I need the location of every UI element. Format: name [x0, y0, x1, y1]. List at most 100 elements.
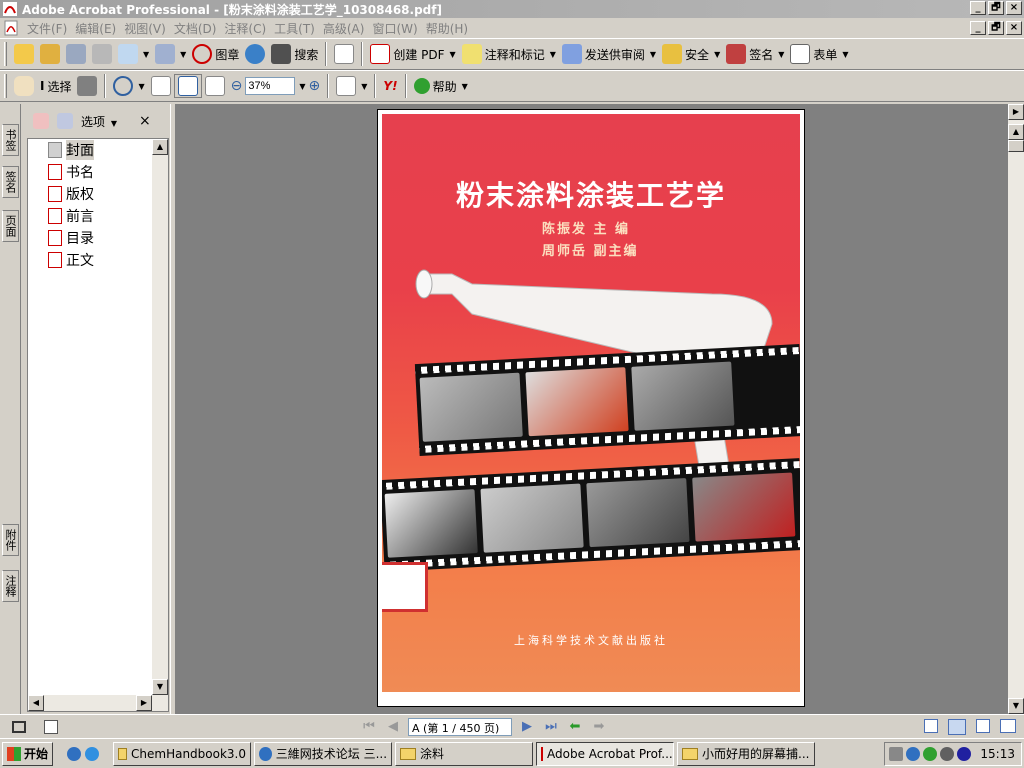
scroll-down-icon[interactable]: ▼ [1008, 698, 1024, 714]
page-thumbnail-icon[interactable] [12, 720, 26, 733]
ie-icon[interactable] [85, 746, 100, 761]
scroll-left-icon[interactable]: ◀ [28, 695, 44, 711]
doc-close-button[interactable]: × [1006, 21, 1022, 35]
toolbar-grip[interactable] [4, 42, 7, 66]
menu-view[interactable]: 视图(V) [120, 20, 170, 37]
close-button[interactable]: × [1006, 1, 1022, 15]
help-button[interactable]: 帮助 ▼ [411, 74, 471, 98]
doc-restore-button[interactable]: 🗗 [988, 21, 1004, 35]
security-button[interactable]: 安全 ▼ [659, 42, 723, 66]
tab-bookmarks[interactable]: 书签 [2, 124, 19, 156]
task-acrobat[interactable]: Adobe Acrobat Prof... [536, 741, 675, 766]
document-vscrollbar[interactable]: ▶ ▲ ▼ [1008, 104, 1024, 714]
go-back-icon[interactable]: ⬅ [566, 718, 584, 736]
scroll-up-icon[interactable]: ▲ [152, 139, 168, 155]
single-page-icon[interactable] [924, 718, 938, 733]
bookmark-vscrollbar[interactable]: ▲ ▼ [152, 139, 168, 695]
fit-width-button[interactable] [202, 74, 228, 98]
menu-file[interactable]: 文件(F) [23, 20, 71, 37]
menu-edit[interactable]: 编辑(E) [71, 20, 120, 37]
antivirus-icon[interactable] [957, 746, 972, 761]
search-button[interactable]: 搜索 [268, 42, 321, 66]
scroll-up-icon[interactable]: ▲ [1008, 124, 1024, 140]
tab-comments[interactable]: 注释 [2, 570, 19, 602]
zoom-in-button[interactable]: ⊕ [306, 74, 324, 98]
scroll-right-icon[interactable]: ▶ [136, 695, 152, 711]
open-button[interactable] [11, 42, 37, 66]
task-forum[interactable]: 三維网技术论坛 三... [254, 741, 393, 766]
save-button[interactable] [63, 42, 89, 66]
last-page-icon[interactable]: ⏭ [542, 718, 560, 736]
options-menu[interactable]: 选项 ▼ [81, 113, 117, 130]
menu-comments[interactable]: 注释(C) [220, 20, 270, 37]
task-coatings[interactable]: 涂料 [395, 741, 534, 766]
scroll-down-icon[interactable]: ▼ [152, 679, 168, 695]
tab-attachments[interactable]: 附件 [2, 524, 19, 556]
web-button[interactable] [242, 42, 268, 66]
page-size-icon[interactable] [44, 719, 58, 734]
zoom-out-button[interactable]: ⊖ [228, 74, 246, 98]
menu-document[interactable]: 文档(D) [170, 20, 221, 37]
actual-size-button[interactable] [148, 74, 174, 98]
forms-button[interactable]: 表单 ▼ [787, 42, 851, 66]
sign-button[interactable]: 签名 ▼ [723, 42, 787, 66]
toolbar-grip[interactable] [4, 74, 7, 98]
rotate-button[interactable]: ▼ [333, 74, 370, 98]
page-number-field[interactable]: A (第 1 / 450 页) [408, 717, 512, 736]
bookmark-item[interactable]: 封面 [28, 139, 168, 161]
go-forward-icon[interactable]: ➡ [590, 718, 608, 736]
messenger-icon[interactable] [923, 746, 938, 761]
comment-markup-button[interactable]: 注释和标记 ▼ [459, 42, 559, 66]
yahoo-button[interactable]: Y! [380, 74, 400, 98]
menu-tools[interactable]: 工具(T) [270, 20, 319, 37]
task-screen-capture[interactable]: 小而好用的屏幕捕... [677, 741, 816, 766]
doc-minimize-button[interactable]: _ [970, 21, 986, 35]
continuous-facing-icon[interactable] [1000, 718, 1016, 733]
zoom-tool-button[interactable]: ▼ [110, 74, 147, 98]
document-view[interactable]: 粉末涂料涂装工艺学 陈振发 主 编 周师岳 副主编 上海科学技术文献出版社 [176, 104, 1008, 714]
first-page-icon[interactable]: ⏮ [360, 718, 378, 736]
start-button[interactable]: 开始 [2, 741, 54, 766]
email-button[interactable]: ▼ [115, 42, 152, 66]
close-panel-icon[interactable]: × [139, 113, 151, 129]
continuous-icon[interactable] [948, 718, 966, 735]
bookmark-item[interactable]: 正文 [28, 249, 168, 271]
bookmark-item[interactable]: 前言 [28, 205, 168, 227]
previous-page-icon[interactable]: ◀ [384, 718, 402, 736]
scroll-thumb[interactable] [1008, 140, 1024, 152]
bookmark-item[interactable]: 版权 [28, 183, 168, 205]
attach-button[interactable]: ▼ [152, 42, 189, 66]
pdf-document-icon[interactable] [3, 20, 19, 36]
zoom-input[interactable] [245, 77, 296, 95]
stamp-button[interactable]: 图章 [189, 42, 242, 66]
next-page-icon[interactable]: ▶ [518, 718, 536, 736]
keyboard-icon[interactable] [889, 746, 904, 761]
bookmark-new-icon[interactable] [57, 113, 73, 129]
select-tool-button[interactable]: I 选择 [37, 74, 74, 98]
tab-pages[interactable]: 页面 [2, 210, 19, 242]
bookmark-item[interactable]: 目录 [28, 227, 168, 249]
fit-page-button[interactable] [173, 74, 202, 98]
task-chemhandbook[interactable]: ChemHandbook3.0 [113, 741, 252, 766]
create-pdf-button[interactable]: 创建 PDF ▼ [367, 42, 458, 66]
restore-button[interactable]: 🗗 [988, 1, 1004, 15]
quicklaunch-icon[interactable] [67, 746, 82, 761]
bookmark-item[interactable]: 书名 [28, 161, 168, 183]
volume-icon[interactable] [940, 746, 955, 761]
organizer-button[interactable] [37, 42, 63, 66]
bookmark-hscrollbar[interactable]: ◀ ▶ [28, 695, 168, 711]
menu-advanced[interactable]: 高级(A) [319, 20, 369, 37]
snapshot-button[interactable] [74, 74, 100, 98]
minimize-button[interactable]: _ [970, 1, 986, 15]
menu-help[interactable]: 帮助(H) [422, 20, 472, 37]
send-review-button[interactable]: 发送供审阅 ▼ [559, 42, 659, 66]
facing-icon[interactable] [976, 718, 990, 733]
report-button[interactable] [331, 42, 357, 66]
bookmark-expand-icon[interactable] [33, 113, 49, 129]
network-icon[interactable] [906, 746, 921, 761]
print-button[interactable] [89, 42, 115, 66]
hand-tool-button[interactable] [11, 74, 37, 98]
scroll-right-icon[interactable]: ▶ [1008, 104, 1024, 120]
tab-signatures[interactable]: 签名 [2, 166, 19, 198]
menu-window[interactable]: 窗口(W) [368, 20, 421, 37]
